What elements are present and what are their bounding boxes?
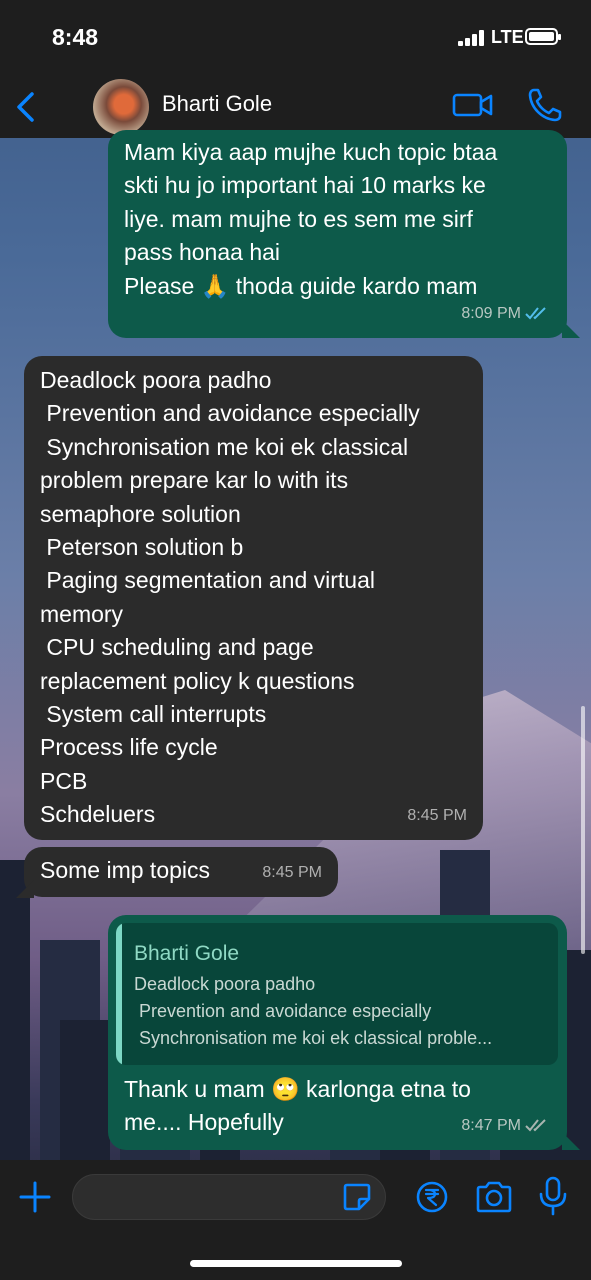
message-bubble-incoming[interactable]: Deadlock poora padho Prevention and avoi… xyxy=(24,356,483,840)
message-time: 8:45 PM xyxy=(407,806,467,824)
home-indicator xyxy=(190,1260,402,1267)
delivered-ticks-icon xyxy=(525,1119,546,1132)
status-time: 8:48 xyxy=(52,24,99,50)
message-time: 8:45 PM xyxy=(262,863,322,881)
quoted-text: Deadlock poora padho Prevention and avoi… xyxy=(134,974,493,1048)
avatar[interactable] xyxy=(93,79,149,135)
message-bubble-incoming[interactable]: Some imp topics 8:45 PM xyxy=(24,847,338,897)
message-bubble-outgoing[interactable]: Mam kiya aap mujhe kuch topic btaa skti … xyxy=(108,130,567,338)
quoted-message[interactable]: Bharti Gole Deadlock poora padho Prevent… xyxy=(116,923,558,1065)
plus-icon[interactable] xyxy=(18,1180,52,1214)
read-ticks-icon xyxy=(525,307,546,320)
battery-icon xyxy=(525,28,561,45)
quoted-sender: Bharti Gole xyxy=(134,942,240,965)
message-text: Some imp topics xyxy=(40,857,211,883)
message-bubble-outgoing[interactable]: Bharti Gole Deadlock poora padho Prevent… xyxy=(108,915,567,1150)
quote-bar xyxy=(116,923,122,1065)
phone-icon[interactable] xyxy=(526,86,564,124)
rupee-icon[interactable] xyxy=(415,1180,449,1214)
sticker-icon[interactable] xyxy=(341,1181,373,1213)
chat-header: Bharti Gole xyxy=(0,76,591,138)
scrollbar[interactable] xyxy=(581,706,585,954)
message-time: 8:47 PM xyxy=(461,1116,521,1134)
message-input-bar xyxy=(0,1160,591,1280)
message-meta: 8:47 PM xyxy=(461,1109,551,1142)
camera-icon[interactable] xyxy=(474,1179,514,1215)
status-bar: 8:48 LTE xyxy=(0,0,591,76)
signal-strength-icon xyxy=(458,30,486,46)
message-text: Mam kiya aap mujhe kuch topic btaa skti … xyxy=(124,139,498,299)
message-meta: 8:09 PM xyxy=(461,297,551,330)
message-text: Deadlock poora padho Prevention and avoi… xyxy=(40,367,420,828)
video-camera-icon[interactable] xyxy=(452,90,494,120)
network-type: LTE xyxy=(491,27,524,47)
microphone-icon[interactable] xyxy=(538,1176,568,1216)
chevron-left-icon[interactable] xyxy=(12,90,42,124)
message-input[interactable] xyxy=(72,1174,386,1220)
message-time: 8:09 PM xyxy=(461,304,521,322)
contact-name[interactable]: Bharti Gole xyxy=(162,91,272,117)
